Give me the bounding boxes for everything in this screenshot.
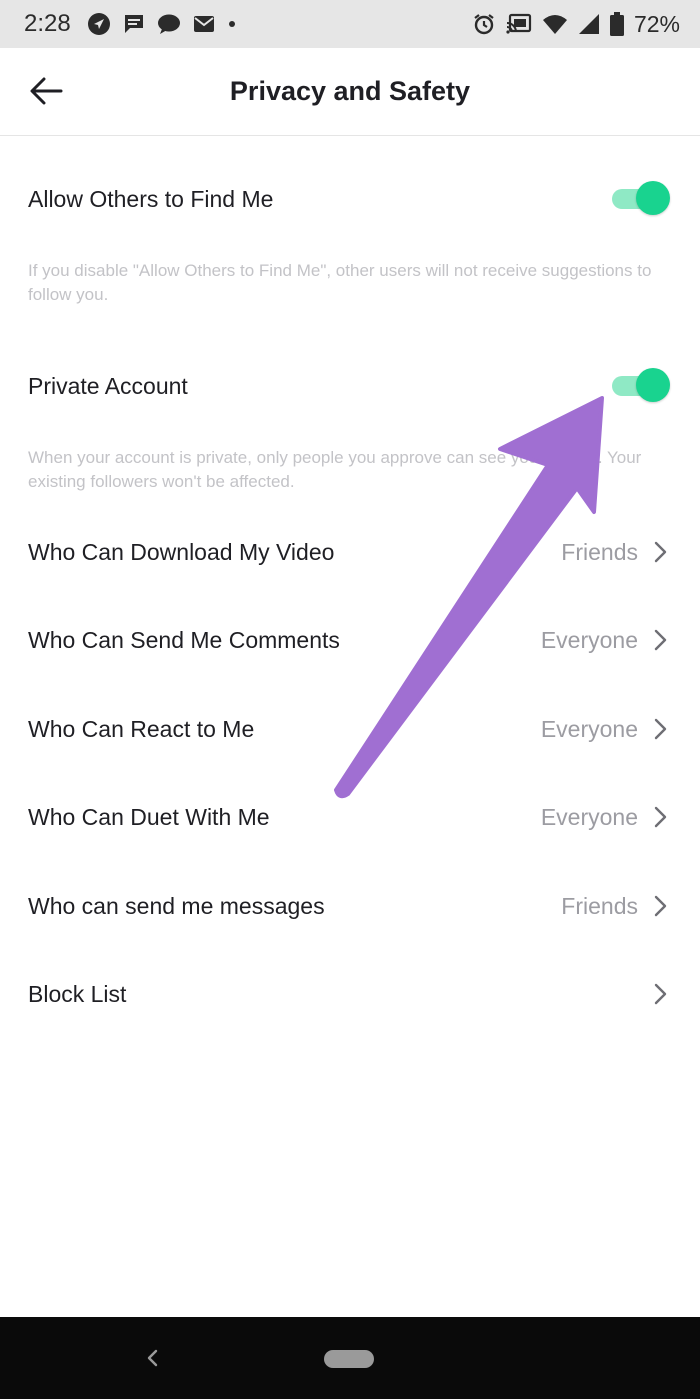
row-label: Block List	[28, 981, 127, 1007]
alarm-icon	[472, 12, 496, 36]
system-nav-bar	[0, 1317, 700, 1399]
row-value: Everyone	[540, 627, 638, 653]
row-label: Who Can Send Me Comments	[28, 627, 340, 653]
wifi-icon	[542, 13, 568, 35]
battery-percent: 72%	[633, 10, 680, 37]
settings-row-comments[interactable]: Who Can Send Me Comments Everyone	[0, 599, 700, 687]
chevron-left-icon	[147, 1349, 158, 1367]
settings-row-messages[interactable]: Who can send me messages Friends	[0, 865, 700, 953]
chevron-right-icon	[654, 983, 667, 1005]
row-label: Who Can Duet With Me	[28, 804, 270, 830]
private-account-toggle[interactable]	[610, 367, 670, 403]
allow-find-label: Allow Others to Find Me	[28, 186, 274, 212]
settings-row-react[interactable]: Who Can React to Me Everyone	[0, 688, 700, 776]
signal-icon	[578, 13, 600, 35]
system-back-button[interactable]	[138, 1343, 166, 1373]
page-title: Privacy and Safety	[229, 76, 471, 106]
toggle-knob	[636, 368, 670, 402]
settings-row-download[interactable]: Who Can Download My Video Friends	[0, 511, 700, 599]
system-icons: 72%	[472, 11, 680, 38]
chevron-right-icon	[654, 895, 667, 917]
settings-row-block-list[interactable]: Block List	[0, 953, 700, 1041]
system-home-button[interactable]	[324, 1350, 374, 1368]
status-bar: 2:28 72%	[0, 0, 700, 48]
private-account-help: When your account is private, only peopl…	[28, 448, 642, 491]
cast-icon	[506, 13, 532, 35]
notification-icons	[87, 12, 237, 36]
status-time: 2:28	[24, 10, 71, 37]
app-bar: Privacy and Safety	[0, 48, 700, 136]
allow-find-toggle[interactable]	[610, 180, 670, 216]
row-label: Who Can Download My Video	[28, 539, 335, 565]
chevron-right-icon	[654, 541, 667, 563]
chevron-right-icon	[654, 629, 667, 651]
chat-icon	[157, 13, 181, 35]
row-value: Everyone	[540, 804, 638, 830]
row-value: Friends	[561, 893, 638, 919]
dot-icon	[227, 19, 237, 29]
private-account-row: Private Account	[0, 341, 700, 429]
message-icon	[123, 13, 145, 35]
row-label: Who can send me messages	[28, 893, 325, 919]
battery-icon	[609, 12, 624, 36]
navigation-icon	[87, 12, 111, 36]
row-value: Friends	[561, 539, 638, 565]
mail-icon	[193, 15, 215, 33]
toggle-knob	[636, 181, 670, 215]
row-label: Who Can React to Me	[28, 716, 255, 742]
allow-find-help: If you disable "Allow Others to Find Me"…	[28, 261, 652, 304]
settings-row-duet[interactable]: Who Can Duet With Me Everyone	[0, 776, 700, 864]
chevron-right-icon	[654, 806, 667, 828]
allow-find-row: Allow Others to Find Me	[0, 154, 700, 242]
private-account-label: Private Account	[28, 373, 188, 399]
row-value: Everyone	[540, 716, 638, 742]
chevron-right-icon	[654, 718, 667, 740]
